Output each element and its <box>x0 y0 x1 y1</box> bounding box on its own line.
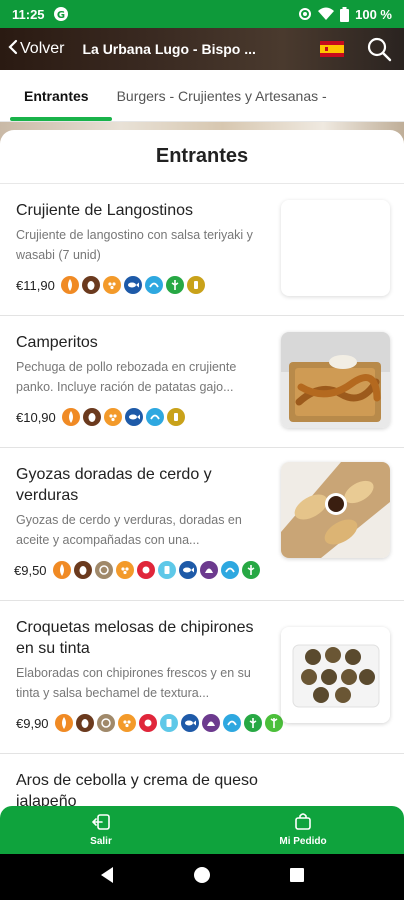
mollusc-icon <box>201 714 220 732</box>
item-price: €11,90 <box>16 277 55 293</box>
sesame-icon <box>117 714 136 732</box>
item-price: €10,90 <box>16 409 56 425</box>
gluten-icon <box>52 561 71 579</box>
item-image[interactable] <box>281 627 390 723</box>
fish-icon <box>123 276 142 294</box>
item-price: €9,50 <box>14 562 47 578</box>
soy-icon <box>138 714 157 732</box>
menu-item[interactable]: Gyozas doradas de cerdo y verduras Gyoza… <box>0 448 404 601</box>
menu-item[interactable]: Croquetas melosas de chipirones en su ti… <box>0 601 404 754</box>
nuts-icon <box>96 714 115 732</box>
shopping-bag-icon <box>295 813 311 836</box>
menu-item[interactable]: Crujiente de Langostinos Crujiente de la… <box>0 184 404 316</box>
item-description: Pechuga de pollo rebozada en crujiente p… <box>16 360 237 394</box>
system-navigation-bar <box>0 854 404 900</box>
store-title: La Urbana Lugo - Bispo ... <box>82 41 256 57</box>
eggs-icon <box>81 276 100 294</box>
celery-icon <box>241 561 260 579</box>
eggs-icon <box>73 561 92 579</box>
status-time: 11:25 <box>12 6 45 22</box>
back-label: Volver <box>20 40 65 57</box>
svg-text:G: G <box>56 10 64 21</box>
sesame-icon <box>103 408 122 426</box>
milk-icon <box>159 714 178 732</box>
chevron-left-icon <box>8 39 18 60</box>
vibrate-icon <box>298 7 312 21</box>
exit-label: Salir <box>90 835 112 847</box>
exit-icon <box>91 813 110 836</box>
menu-item[interactable]: Camperitos Pechuga de pollo rebozada en … <box>0 316 404 448</box>
item-price: €9,90 <box>16 715 49 731</box>
eggs-icon <box>75 714 94 732</box>
gluten-icon <box>61 408 80 426</box>
menu-list[interactable]: Entrantes Crujiente de Langostinos Cruji… <box>0 130 404 806</box>
tab-entrantes[interactable]: Entrantes <box>0 70 103 121</box>
crustacean-icon <box>220 561 239 579</box>
item-footer: €9,90 <box>16 714 283 732</box>
allergen-list <box>60 276 205 294</box>
soy-icon <box>136 561 155 579</box>
recents-square-icon[interactable] <box>289 867 305 887</box>
category-tabs: Entrantes Burgers - Crujientes y Artesan… <box>0 70 404 122</box>
battery-icon <box>340 6 350 22</box>
fish-icon <box>178 561 197 579</box>
item-name: Camperitos <box>16 334 98 351</box>
item-footer: €9,50 <box>14 561 260 579</box>
crustacean-icon <box>145 408 164 426</box>
back-triangle-icon[interactable] <box>99 866 115 888</box>
milk-icon <box>157 561 176 579</box>
lupin-icon <box>264 714 283 732</box>
item-name: Aros de cebolla y crema de queso jalapeñ… <box>16 772 258 806</box>
section-title: Entrantes <box>0 130 404 184</box>
exit-button[interactable]: Salir <box>0 806 202 854</box>
fish-icon <box>124 408 143 426</box>
status-bar: 11:25 G 100 % <box>0 0 404 28</box>
spain-flag-icon[interactable] <box>320 41 344 57</box>
allergen-list <box>61 408 185 426</box>
celery-icon <box>165 276 184 294</box>
allergen-list <box>54 714 283 732</box>
my-order-button[interactable]: Mi Pedido <box>202 806 404 854</box>
allergen-list <box>52 561 260 579</box>
item-name: Gyozas doradas de cerdo y verduras <box>16 466 212 504</box>
mustard-icon <box>166 408 185 426</box>
menu-item[interactable]: Aros de cebolla y crema de queso jalapeñ… <box>0 754 404 806</box>
item-image[interactable] <box>281 200 390 296</box>
store-header: Volver La Urbana Lugo - Bispo ... <box>0 28 404 70</box>
search-button[interactable] <box>366 36 392 66</box>
item-image[interactable] <box>281 332 390 428</box>
crustacean-icon <box>144 276 163 294</box>
sesame-icon <box>102 276 121 294</box>
crustacean-icon <box>222 714 241 732</box>
battery-level: 100 % <box>355 6 392 22</box>
celery-icon <box>243 714 262 732</box>
item-image[interactable] <box>281 462 390 558</box>
home-circle-icon[interactable] <box>193 866 211 888</box>
item-description: Elaboradas con chipirones frescos y en s… <box>16 666 251 700</box>
item-footer: €10,90 <box>16 408 185 426</box>
item-name: Croquetas melosas de chipirones en su ti… <box>16 619 254 657</box>
bottom-action-bar: Salir Mi Pedido <box>0 806 404 854</box>
app-notification-icon: G <box>53 6 69 22</box>
wifi-icon <box>318 7 335 21</box>
fish-icon <box>180 714 199 732</box>
item-name: Crujiente de Langostinos <box>16 202 194 219</box>
back-button[interactable]: Volver <box>0 39 64 60</box>
gluten-icon <box>60 276 79 294</box>
nuts-icon <box>94 561 113 579</box>
tab-burgers[interactable]: Burgers - Crujientes y Artesanas - <box>103 70 341 121</box>
item-description: Crujiente de langostino con salsa teriya… <box>16 228 253 262</box>
item-description: Gyozas de cerdo y verduras, doradas en a… <box>16 513 242 547</box>
eggs-icon <box>82 408 101 426</box>
mollusc-icon <box>199 561 218 579</box>
my-order-label: Mi Pedido <box>279 836 327 847</box>
mustard-icon <box>186 276 205 294</box>
item-footer: €11,90 <box>16 276 205 294</box>
active-tab-indicator <box>10 117 112 121</box>
search-icon <box>366 37 392 66</box>
sesame-icon <box>115 561 134 579</box>
gluten-icon <box>54 714 73 732</box>
